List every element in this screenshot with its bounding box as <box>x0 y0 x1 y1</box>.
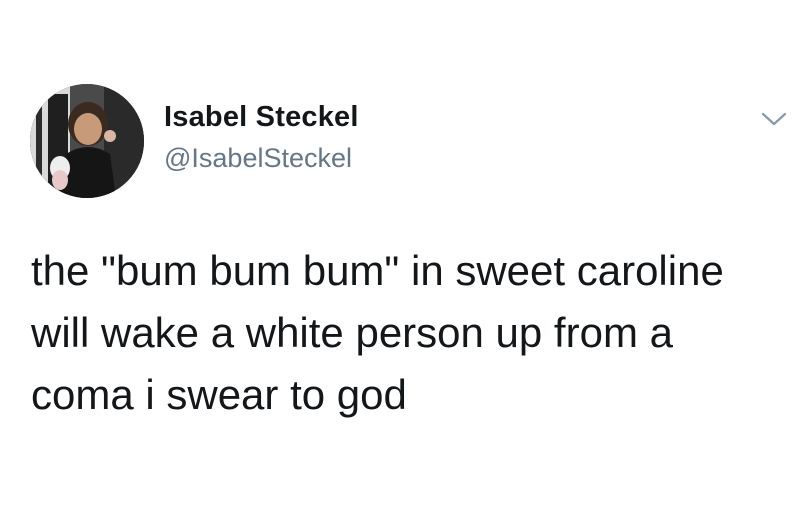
chevron-down-icon[interactable] <box>757 108 791 130</box>
avatar[interactable] <box>30 84 144 198</box>
tweet-text: the "bum bum bum" in sweet caroline will… <box>31 240 781 426</box>
author-display-name[interactable]: Isabel Steckel <box>164 101 359 134</box>
author-handle[interactable]: @IsabelSteckel <box>164 143 352 174</box>
tweet-text-line: coma i swear to god <box>31 371 407 418</box>
tweet-card: Isabel Steckel @IsabelSteckel the "bum b… <box>0 0 800 526</box>
tweet-text-line: will wake a white person up from a <box>31 309 673 356</box>
tweet-text-line: the "bum bum bum" in sweet caroline <box>31 247 724 294</box>
